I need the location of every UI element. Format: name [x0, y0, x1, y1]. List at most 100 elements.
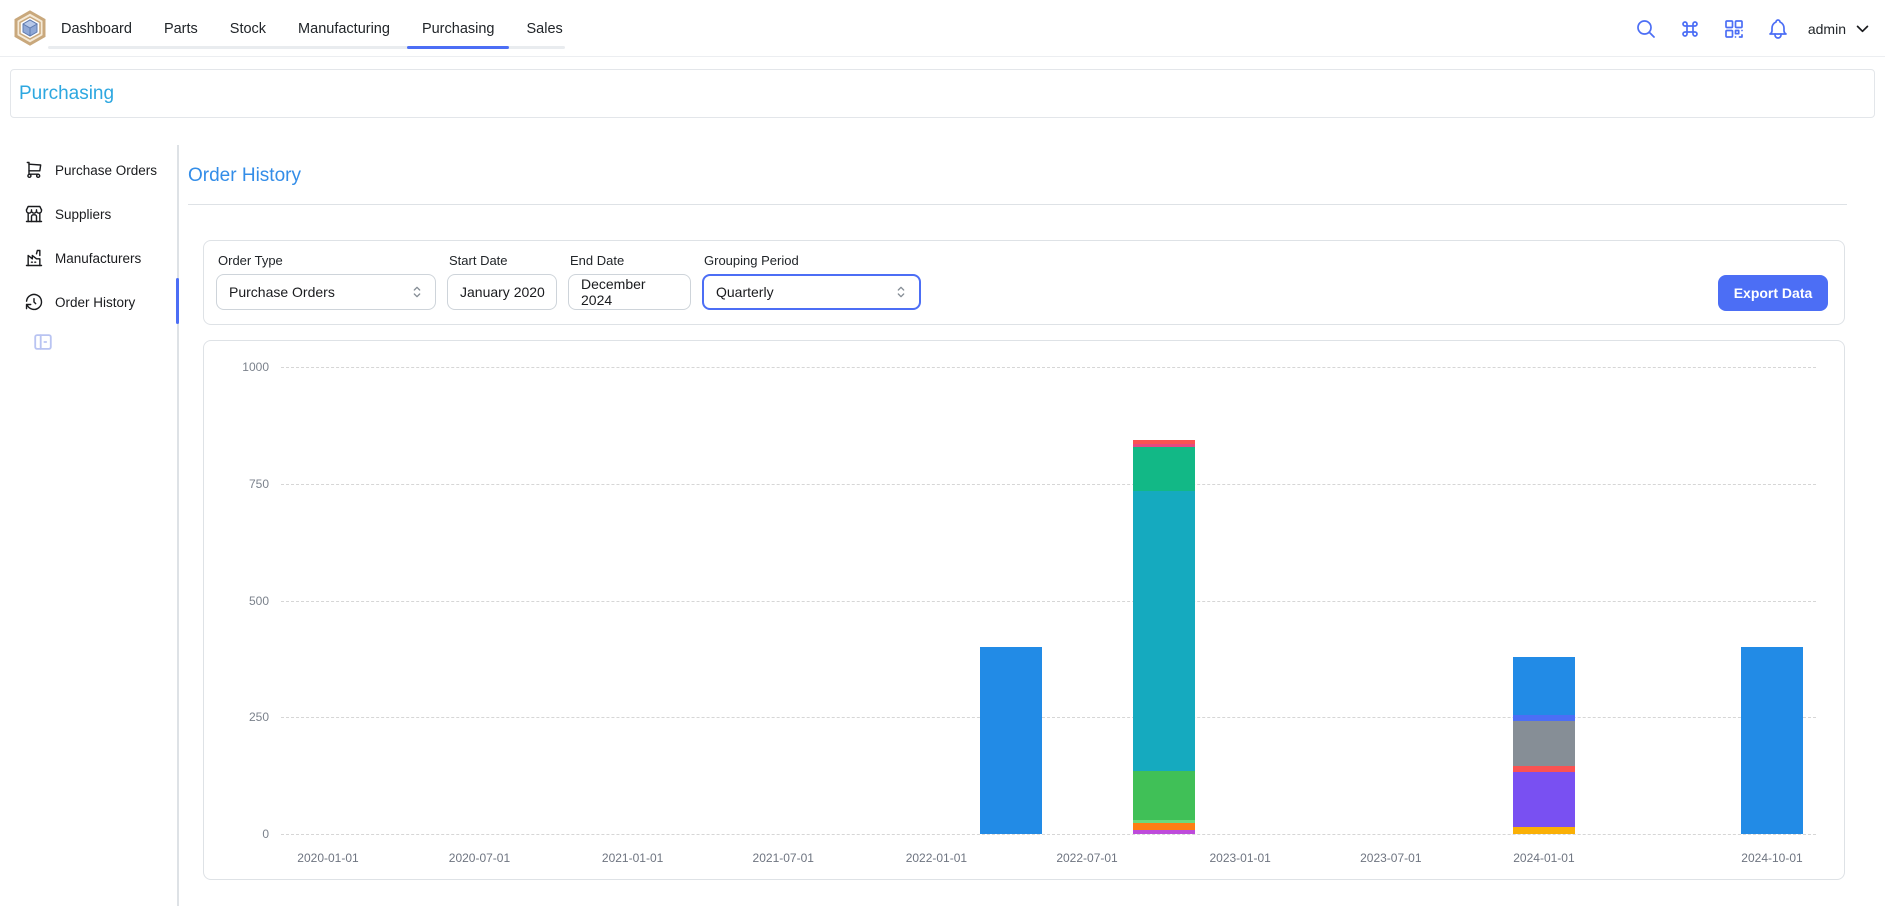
- section-divider: [188, 204, 1847, 205]
- app-logo[interactable]: [12, 10, 48, 46]
- bar-segment-indigo[interactable]: [1513, 715, 1575, 721]
- sidebar-item-manufacturers[interactable]: Manufacturers: [10, 240, 176, 276]
- y-gridline: [281, 717, 1816, 718]
- x-axis-tick-label: 2021-01-01: [588, 851, 678, 865]
- order-type-label: Order Type: [218, 253, 436, 268]
- chevron-down-icon: [1854, 20, 1871, 37]
- sidebar-divider: [177, 145, 179, 906]
- selector-updown-icon: [409, 284, 425, 300]
- grouping-period-label: Grouping Period: [704, 253, 921, 268]
- bar-segment-light-green[interactable]: [1133, 820, 1195, 824]
- order-type-select[interactable]: Purchase Orders: [216, 274, 436, 310]
- bar-segment-violet[interactable]: [1513, 772, 1575, 827]
- filter-panel: Order Type Purchase Orders Start Date Ja…: [203, 240, 1845, 325]
- end-date-label: End Date: [570, 253, 691, 268]
- bar-segment-green[interactable]: [1133, 771, 1195, 819]
- start-date-field: Start Date January 2020: [447, 253, 557, 310]
- x-axis-tick-label: 2022-01-01: [891, 851, 981, 865]
- order-type-field: Order Type Purchase Orders: [216, 253, 436, 310]
- purchasing-sidebar: Purchase Orders Suppliers Manufacturers …: [10, 152, 176, 354]
- qrcode-icon: [1722, 17, 1746, 41]
- end-date-input[interactable]: December 2024: [568, 274, 691, 310]
- grouping-period-select[interactable]: Quarterly: [702, 274, 921, 310]
- y-gridline: [281, 367, 1816, 368]
- x-axis-tick-label: 2020-01-01: [283, 851, 373, 865]
- bar-segment-red[interactable]: [1133, 440, 1195, 443]
- start-date-value: January 2020: [460, 284, 545, 300]
- order-type-value: Purchase Orders: [229, 284, 335, 300]
- export-data-button[interactable]: Export Data: [1718, 275, 1828, 311]
- tab-dashboard[interactable]: Dashboard: [58, 0, 135, 57]
- bar-segment-cyan[interactable]: [1133, 491, 1195, 771]
- username-label: admin: [1808, 21, 1846, 37]
- x-axis-tick-label: 2020-07-01: [434, 851, 524, 865]
- tab-purchasing[interactable]: Purchasing: [419, 0, 498, 57]
- tab-sales[interactable]: Sales: [523, 0, 565, 57]
- sidebar-item-label: Purchase Orders: [55, 163, 157, 178]
- search-icon: [1634, 17, 1658, 41]
- sidebar-item-suppliers[interactable]: Suppliers: [10, 196, 176, 232]
- page-title: Purchasing: [19, 83, 114, 105]
- tab-manufacturing[interactable]: Manufacturing: [295, 0, 393, 57]
- start-date-label: Start Date: [449, 253, 557, 268]
- y-axis-tick-label: 500: [209, 594, 269, 608]
- bar-segment-yellow[interactable]: [1513, 827, 1575, 834]
- main-nav-tabs: Dashboard Parts Stock Manufacturing Purc…: [58, 0, 566, 57]
- y-axis-tick-label: 1000: [209, 360, 269, 374]
- notifications-button[interactable]: [1764, 15, 1792, 43]
- y-gridline: [281, 601, 1816, 602]
- bar-segment-blue[interactable]: [1741, 647, 1803, 834]
- page-title-card: Purchasing: [10, 69, 1875, 118]
- navbar-actions: admin: [1632, 0, 1871, 57]
- bar-segment-teal[interactable]: [1133, 447, 1195, 491]
- sidebar-item-label: Suppliers: [55, 207, 111, 222]
- x-axis-tick-label: 2024-10-01: [1727, 851, 1817, 865]
- bar-segment-pink[interactable]: [1133, 444, 1195, 447]
- bar-segment-gray[interactable]: [1513, 721, 1575, 765]
- factory-icon: [24, 248, 44, 268]
- top-navbar: Dashboard Parts Stock Manufacturing Purc…: [0, 0, 1885, 57]
- x-axis-tick-label: 2023-07-01: [1346, 851, 1436, 865]
- tab-stock[interactable]: Stock: [227, 0, 269, 57]
- end-date-field: End Date December 2024: [568, 253, 691, 310]
- bar-segment-red[interactable]: [1513, 766, 1575, 772]
- bell-icon: [1766, 17, 1790, 41]
- selector-updown-icon: [893, 284, 909, 300]
- search-button[interactable]: [1632, 15, 1660, 43]
- section-heading: Order History: [188, 165, 301, 187]
- shopping-cart-icon: [24, 160, 44, 180]
- sidebar-item-order-history[interactable]: Order History: [10, 284, 176, 320]
- sidebar-item-purchase-orders[interactable]: Purchase Orders: [10, 152, 176, 188]
- end-date-value: December 2024: [581, 276, 680, 308]
- x-axis-tick-label: 2021-07-01: [738, 851, 828, 865]
- y-gridline: [281, 834, 1816, 835]
- bar-segment-grape[interactable]: [1133, 830, 1195, 834]
- y-axis-tick-label: 750: [209, 477, 269, 491]
- user-menu[interactable]: admin: [1808, 20, 1871, 37]
- grouping-period-value: Quarterly: [716, 284, 774, 300]
- sidebar-item-label: Manufacturers: [55, 251, 141, 266]
- tab-parts[interactable]: Parts: [161, 0, 201, 57]
- inventree-logo-icon: [12, 10, 48, 46]
- start-date-input[interactable]: January 2020: [447, 274, 557, 310]
- bar-segment-blue[interactable]: [1513, 657, 1575, 715]
- order-history-chart: 0 250 500 750 1000 2020-01-01 2020-07-01 2021-0…: [203, 340, 1845, 880]
- bar-segment-blue[interactable]: [980, 647, 1042, 834]
- bar-segment-orange[interactable]: [1133, 823, 1195, 830]
- y-gridline: [281, 484, 1816, 485]
- grouping-period-field: Grouping Period Quarterly: [702, 253, 921, 310]
- barcode-scan-button[interactable]: [1720, 15, 1748, 43]
- y-axis-tick-label: 0: [209, 827, 269, 841]
- store-icon: [24, 204, 44, 224]
- sidebar-item-label: Order History: [55, 295, 135, 310]
- x-axis-tick-label: 2023-01-01: [1195, 851, 1285, 865]
- sidebar-collapse-button[interactable]: [32, 330, 56, 354]
- command-icon: [1678, 17, 1702, 41]
- sidebar-active-indicator: [176, 278, 179, 324]
- command-palette-button[interactable]: [1676, 15, 1704, 43]
- panel-collapse-icon: [32, 331, 54, 353]
- history-icon: [24, 292, 44, 312]
- x-axis-tick-label: 2022-07-01: [1042, 851, 1132, 865]
- y-axis-tick-label: 250: [209, 710, 269, 724]
- x-axis-tick-label: 2024-01-01: [1499, 851, 1589, 865]
